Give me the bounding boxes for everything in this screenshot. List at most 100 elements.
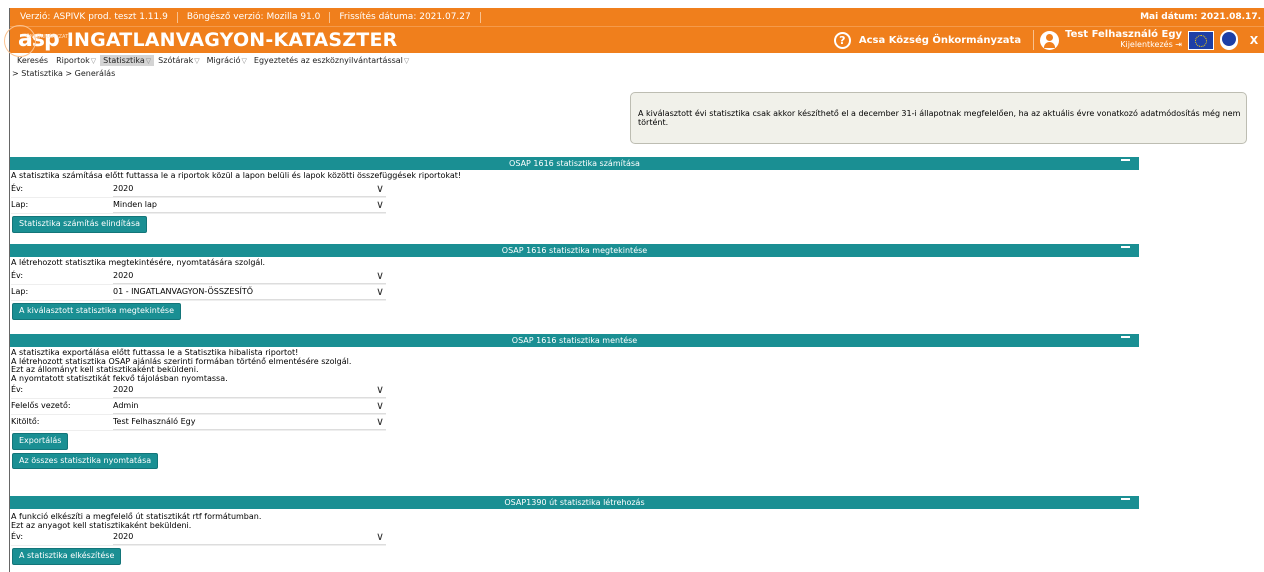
info-notice: A kiválasztott évi statisztika csak akko… bbox=[630, 92, 1247, 144]
select-value: 2020 bbox=[113, 270, 134, 280]
chevron-down-icon: ▽ bbox=[403, 57, 410, 65]
chevron-down-icon: ▽ bbox=[145, 57, 152, 65]
chevron-down-icon: ∨ bbox=[375, 284, 384, 298]
menu-item-egyeztetes[interactable]: Egyeztetés az eszköznyilvántartással▽ bbox=[251, 55, 412, 66]
separator bbox=[1033, 30, 1035, 50]
section-body: A létrehozott statisztika megtekintésére… bbox=[10, 257, 1139, 321]
chevron-down-icon: ∨ bbox=[375, 197, 384, 211]
logout-label: Kijelentkezés bbox=[1120, 40, 1173, 49]
section-header[interactable]: OSAP 1616 statisztika megtekintése bbox=[10, 244, 1139, 257]
field-label: Év: bbox=[11, 184, 24, 194]
logout-link[interactable]: Kijelentkezés ⇥ bbox=[1065, 40, 1182, 50]
sheet-select[interactable]: Minden lap ∨ bbox=[113, 199, 386, 213]
view-statistics-button[interactable]: A kiválasztott statisztika megtekintése bbox=[12, 303, 182, 320]
field-label: Év: bbox=[11, 271, 24, 281]
user-avatar-icon[interactable] bbox=[1040, 30, 1060, 50]
responsible-select[interactable]: Admin ∨ bbox=[113, 400, 386, 414]
user-name: Test Felhasználó Egy bbox=[1065, 29, 1182, 40]
section-title: OSAP 1616 statisztika számítása bbox=[509, 159, 640, 168]
help-icon[interactable]: ? bbox=[833, 31, 851, 49]
field-label: Kitöltő: bbox=[11, 417, 40, 427]
field-label: Felelős vezető: bbox=[11, 401, 71, 411]
section-description: A statisztika számítása előtt futtassa l… bbox=[11, 171, 462, 180]
app-header: ÖNKORMÁNYZATI asp INGATLANVAGYON-KATASZT… bbox=[4, 25, 1264, 57]
chevron-down-icon: ∨ bbox=[375, 398, 384, 412]
menu-item-label: Statisztika bbox=[103, 56, 145, 65]
field-label: Lap: bbox=[11, 287, 29, 297]
user-block: Test Felhasználó Egy Kijelentkezés ⇥ bbox=[1065, 30, 1182, 50]
export-button[interactable]: Exportálás bbox=[12, 433, 69, 450]
section-header[interactable]: OSAP 1616 statisztika számítása bbox=[10, 157, 1139, 170]
menu-item-riportok[interactable]: Riportok▽ bbox=[53, 55, 99, 66]
menu-item-label: Egyeztetés az eszköznyilvántartással bbox=[253, 56, 403, 65]
year-select[interactable]: 2020 ∨ bbox=[113, 384, 386, 398]
chevron-down-icon: ▽ bbox=[90, 57, 97, 65]
collapse-icon[interactable] bbox=[1121, 246, 1130, 248]
window-margin bbox=[0, 0, 9, 572]
menu-item-label: Keresés bbox=[17, 56, 49, 65]
section-osap1616-save: OSAP 1616 statisztika mentése A statiszt… bbox=[10, 334, 1139, 470]
field-label: Év: bbox=[11, 532, 24, 542]
notice-text: A kiválasztott évi statisztika csak akko… bbox=[638, 109, 1241, 127]
print-all-button[interactable]: Az összes statisztika nyomtatása bbox=[12, 452, 159, 469]
section-osap1616-view: OSAP 1616 statisztika megtekintése A lét… bbox=[10, 244, 1139, 321]
section-body: A statisztika exportálása előtt futtassa… bbox=[10, 347, 1139, 470]
select-value: 01 - INGATLANVAGYON-ÖSSZESÍTŐ bbox=[113, 286, 254, 296]
select-value: 2020 bbox=[113, 384, 134, 394]
collapse-icon[interactable] bbox=[1121, 498, 1130, 500]
section-header[interactable]: OSAP 1616 statisztika mentése bbox=[10, 334, 1139, 347]
select-value: Admin bbox=[113, 400, 139, 410]
sheet-select[interactable]: 01 - INGATLANVAGYON-ÖSSZESÍTŐ ∨ bbox=[113, 286, 386, 300]
menu-item-label: Migráció bbox=[206, 56, 241, 65]
year-select[interactable]: 2020 ∨ bbox=[113, 183, 386, 197]
select-value: Minden lap bbox=[113, 199, 158, 209]
main-menu: Keresés Riportok▽ Statisztika▽ Szótárak▽… bbox=[10, 53, 1264, 68]
app-title: INGATLANVAGYON-KATASZTER bbox=[66, 29, 398, 51]
field-row-lap: Lap: 01 - INGATLANVAGYON-ÖSSZESÍTŐ ∨ bbox=[11, 285, 386, 301]
chevron-down-icon: ∨ bbox=[375, 382, 384, 396]
section-osap1616-calc: OSAP 1616 statisztika számítása A statis… bbox=[10, 157, 1139, 234]
section-body: A funkció elkészíti a megfelelő út stati… bbox=[10, 509, 1139, 566]
chevron-down-icon: ∨ bbox=[375, 414, 384, 428]
section-description: Ezt az anyagot kell statisztikaként bekü… bbox=[11, 520, 192, 530]
chevron-down-icon: ∨ bbox=[375, 181, 384, 195]
separator bbox=[176, 11, 178, 23]
field-row-lap: Lap: Minden lap ∨ bbox=[11, 198, 386, 214]
field-row-ev: Év: 2020 ∨ bbox=[11, 269, 386, 285]
logout-icon: ⇥ bbox=[1175, 40, 1182, 49]
menu-item-label: Riportok bbox=[56, 56, 90, 65]
create-road-statistics-button[interactable]: A statisztika elkészítése bbox=[12, 548, 122, 565]
field-row-felelos: Felelős vezető: Admin ∨ bbox=[11, 399, 386, 415]
asp-logo-mark: ÖNKORMÁNYZATI asp bbox=[4, 25, 70, 57]
year-select[interactable]: 2020 ∨ bbox=[113, 270, 386, 284]
browser-version-text: Böngésző verzió: Mozilla 91.0 bbox=[186, 12, 321, 22]
menu-item-migracio[interactable]: Migráció▽ bbox=[204, 55, 250, 66]
breadcrumb: > Statisztika > Generálás bbox=[12, 69, 116, 78]
year-select[interactable]: 2020 ∨ bbox=[113, 531, 386, 545]
field-label: Lap: bbox=[11, 200, 29, 210]
collapse-icon[interactable] bbox=[1121, 336, 1130, 338]
start-calculation-button[interactable]: Statisztika számítás elindítása bbox=[12, 216, 148, 233]
filler-select[interactable]: Test Felhasználó Egy ∨ bbox=[113, 416, 386, 430]
separator bbox=[479, 11, 481, 23]
chevron-down-icon: ∨ bbox=[375, 268, 384, 282]
section-description: A létrehozott statisztika megtekintésére… bbox=[11, 258, 266, 267]
chevron-down-icon: ▽ bbox=[241, 57, 247, 65]
version-text: Verzió: ASPIVK prod. teszt 1.11.9 bbox=[20, 12, 168, 22]
eu-flag-icon bbox=[1188, 30, 1214, 50]
collapse-icon[interactable] bbox=[1121, 159, 1130, 161]
info-bar: Verzió: ASPIVK prod. teszt 1.11.9 Böngés… bbox=[10, 8, 1264, 26]
asp-logo[interactable]: ÖNKORMÁNYZATI asp INGATLANVAGYON-KATASZT… bbox=[4, 25, 398, 57]
organization-name[interactable]: Acsa Község Önkormányzata bbox=[859, 35, 1021, 46]
close-button[interactable]: X bbox=[1243, 27, 1264, 53]
header-right: ? Acsa Község Önkormányzata Test Felhasz… bbox=[833, 27, 1264, 53]
menu-item-statisztika[interactable]: Statisztika▽ bbox=[100, 55, 155, 66]
chevron-down-icon: ▽ bbox=[194, 57, 200, 65]
select-value: Test Felhasználó Egy bbox=[113, 416, 196, 426]
logo-small-text: ÖNKORMÁNYZATI bbox=[26, 34, 70, 40]
field-row-ev: Év: 2020 ∨ bbox=[11, 182, 386, 198]
section-header[interactable]: OSAP1390 út statisztika létrehozás bbox=[10, 496, 1139, 509]
select-value: 2020 bbox=[113, 531, 134, 541]
menu-item-label: Szótárak bbox=[158, 56, 194, 65]
menu-item-szotarak[interactable]: Szótárak▽ bbox=[155, 55, 202, 66]
